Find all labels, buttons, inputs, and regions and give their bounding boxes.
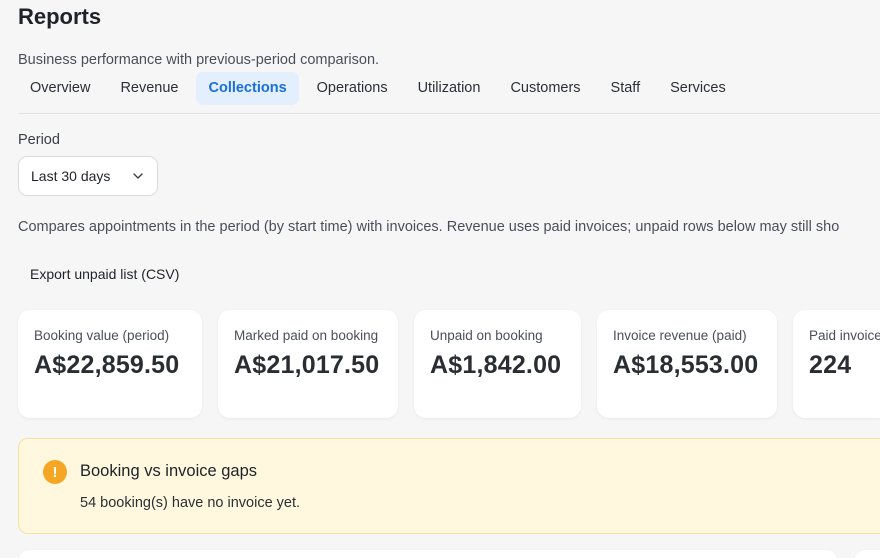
card-paid-invoices: Paid invoices 224 xyxy=(793,310,880,418)
card-value: A$22,859.50 xyxy=(34,351,180,379)
reports-page: Reports Business performance with previo… xyxy=(0,0,880,558)
collections-description: Compares appointments in the period (by … xyxy=(18,219,840,235)
card-label: Paid invoices xyxy=(809,328,880,343)
chevron-down-icon xyxy=(133,173,143,179)
card-invoice-revenue: Invoice revenue (paid) A$18,553.00 xyxy=(597,310,777,418)
card-label: Unpaid on booking xyxy=(430,328,543,343)
report-tabs: Overview Revenue Collections Operations … xyxy=(18,72,880,114)
card-marked-paid: Marked paid on booking A$21,017.50 xyxy=(218,310,398,418)
tab-staff[interactable]: Staff xyxy=(599,72,653,105)
bottom-panel-right xyxy=(854,550,880,558)
invoice-gap-alert: ! Booking vs invoice gaps 54 booking(s) … xyxy=(18,438,880,534)
alert-title: Booking vs invoice gaps xyxy=(80,462,258,480)
card-unpaid-on-booking: Unpaid on booking A$1,842.00 xyxy=(414,310,581,418)
tab-services[interactable]: Services xyxy=(658,72,738,105)
tab-revenue[interactable]: Revenue xyxy=(108,72,190,105)
tab-operations[interactable]: Operations xyxy=(305,72,400,105)
period-select[interactable]: Last 30 days xyxy=(18,156,158,196)
page-subtitle: Business performance with previous-perio… xyxy=(18,52,380,68)
tab-customers[interactable]: Customers xyxy=(498,72,592,105)
bottom-panel xyxy=(18,550,838,558)
alert-message: 54 booking(s) have no invoice yet. xyxy=(80,495,301,511)
card-label: Booking value (period) xyxy=(34,328,170,343)
card-value: A$18,553.00 xyxy=(613,351,759,379)
card-value: A$21,017.50 xyxy=(234,351,380,379)
card-value: 224 xyxy=(809,351,852,379)
warning-icon: ! xyxy=(43,460,67,484)
page-title: Reports xyxy=(18,4,102,29)
tab-collections[interactable]: Collections xyxy=(196,72,299,105)
card-booking-value: Booking value (period) A$22,859.50 xyxy=(18,310,202,418)
tab-overview[interactable]: Overview xyxy=(18,72,102,105)
period-select-value: Last 30 days xyxy=(31,168,111,184)
card-value: A$1,842.00 xyxy=(430,351,562,379)
card-label: Marked paid on booking xyxy=(234,328,379,343)
card-label: Invoice revenue (paid) xyxy=(613,328,747,343)
export-unpaid-button[interactable]: Export unpaid list (CSV) xyxy=(18,258,191,290)
period-label: Period xyxy=(18,132,60,148)
tab-utilization[interactable]: Utilization xyxy=(406,72,493,105)
